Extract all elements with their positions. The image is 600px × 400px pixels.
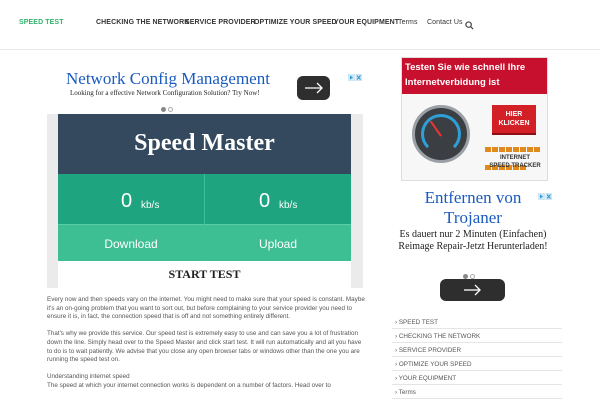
sidebar-item-label: SERVICE PROVIDER — [398, 347, 462, 354]
ad-choices-icon[interactable] — [348, 68, 362, 81]
sidebar-item-optimize-your-speed[interactable]: › OPTIMIZE YOUR SPEED — [392, 357, 562, 371]
download-unit: kb/s — [141, 200, 160, 211]
speed-master-panel: Speed Master 0 kb/s 0 kb/s Download Uplo… — [58, 114, 351, 288]
download-gauge: 0 kb/s — [58, 174, 204, 224]
article-body: Every now and then speeds vary on the in… — [47, 296, 367, 398]
sidebar-item-label: YOUR EQUIPMENT — [398, 375, 457, 382]
speed-master-header: Speed Master — [58, 114, 351, 174]
article-paragraph: Every now and then speeds vary on the in… — [47, 296, 365, 321]
nav-contact-us[interactable]: Contact Us — [427, 19, 463, 26]
search-icon[interactable] — [465, 17, 474, 30]
download-label: Download — [104, 237, 158, 251]
download-button[interactable]: Download — [58, 224, 204, 261]
speed-tracker-ad[interactable]: Testen Sie wie schnell Ihre Internetverb… — [401, 57, 548, 181]
nav-optimize-your-speed[interactable]: OPTIMIZE YOUR SPEED — [254, 19, 337, 26]
ad-headline-line2: Internetverbidung ist — [405, 77, 500, 88]
sidebar-item-label: SPEED TEST — [398, 319, 438, 326]
ad-headline-line1: Testen Sie wie schnell Ihre — [405, 62, 526, 73]
upload-gauge: 0 kb/s — [205, 174, 351, 224]
nav-service-provider[interactable]: SERVICE PROVIDER — [185, 19, 256, 26]
nav-speed-test[interactable]: SPEED TEST — [19, 19, 64, 26]
download-value: 0 — [121, 190, 133, 212]
upload-button[interactable]: Upload — [205, 224, 351, 261]
sidebar-menu: › SPEED TEST › CHECKING THE NETWORK › SE… — [392, 315, 562, 399]
sidebar-item-speed-test[interactable]: › SPEED TEST — [392, 315, 562, 329]
ad-subtitle: Looking for a effective Network Configur… — [70, 89, 260, 97]
start-test-button[interactable]: START TEST — [58, 267, 351, 282]
trojaner-ad[interactable]: Entfernen von Trojaner Es dauert nur 2 M… — [398, 186, 554, 304]
sidebar-item-label: OPTIMIZE YOUR SPEED — [398, 361, 472, 368]
ad-body: Es dauert nur 2 Minuten (Einfachen) Reim… — [398, 229, 548, 252]
sidebar-item-label: Terms — [398, 389, 416, 396]
dot-active[interactable] — [161, 107, 166, 112]
sidebar-item-checking-the-network[interactable]: › CHECKING THE NETWORK — [392, 329, 562, 343]
nav-terms[interactable]: Terms — [398, 19, 418, 26]
gauge-divider — [204, 174, 205, 261]
ad-title[interactable]: Entfernen von Trojaner — [398, 188, 548, 228]
top-navigation: SPEED TEST CHECKING THE NETWORK SERVICE … — [0, 0, 600, 50]
speedometer-icon — [412, 105, 470, 163]
ad-arrow-button[interactable] — [297, 76, 330, 100]
network-config-ad[interactable]: Network Config Management Looking for a … — [47, 67, 363, 112]
nav-checking-the-network[interactable]: CHECKING THE NETWORK — [96, 19, 189, 26]
upload-label: Upload — [258, 237, 298, 251]
arrow-right-icon — [464, 284, 481, 296]
ad-caption-line1: INTERNET — [500, 155, 530, 161]
upload-unit: kb/s — [279, 200, 298, 211]
arrow-right-icon — [305, 82, 323, 94]
article-heading: Understanding internet speed — [47, 372, 130, 380]
article-paragraph: That's why we provide this service. Our … — [47, 330, 362, 364]
ad-caption-line2: SPEED TRACKER — [489, 163, 541, 169]
ad-banner-headline: Testen Sie wie schnell Ihre Internetverb… — [402, 58, 547, 94]
speed-tracker-label: INTERNET SPEED TRACKER — [484, 154, 546, 170]
speed-master-title: Speed Master — [134, 130, 275, 156]
speed-master-widget: Speed Master 0 kb/s 0 kb/s Download Uplo… — [47, 114, 363, 288]
ad-arrow-button[interactable] — [440, 279, 505, 301]
sidebar-item-terms[interactable]: › Terms — [392, 385, 562, 399]
dot-inactive[interactable] — [168, 107, 173, 112]
speed-blocks-icon — [485, 140, 543, 170]
hier-klicken-button[interactable]: HIER KLICKEN — [492, 105, 536, 133]
sidebar-item-label: CHECKING THE NETWORK — [398, 333, 481, 340]
ad-title[interactable]: Network Config Management — [66, 69, 270, 89]
nav-your-equipment[interactable]: YOUR EQUIPMENT — [334, 19, 399, 26]
sidebar-item-your-equipment[interactable]: › YOUR EQUIPMENT — [392, 371, 562, 385]
upload-value: 0 — [259, 190, 271, 212]
sidebar-item-service-provider[interactable]: › SERVICE PROVIDER — [392, 343, 562, 357]
article-paragraph: The speed at which your internet connect… — [47, 381, 331, 389]
